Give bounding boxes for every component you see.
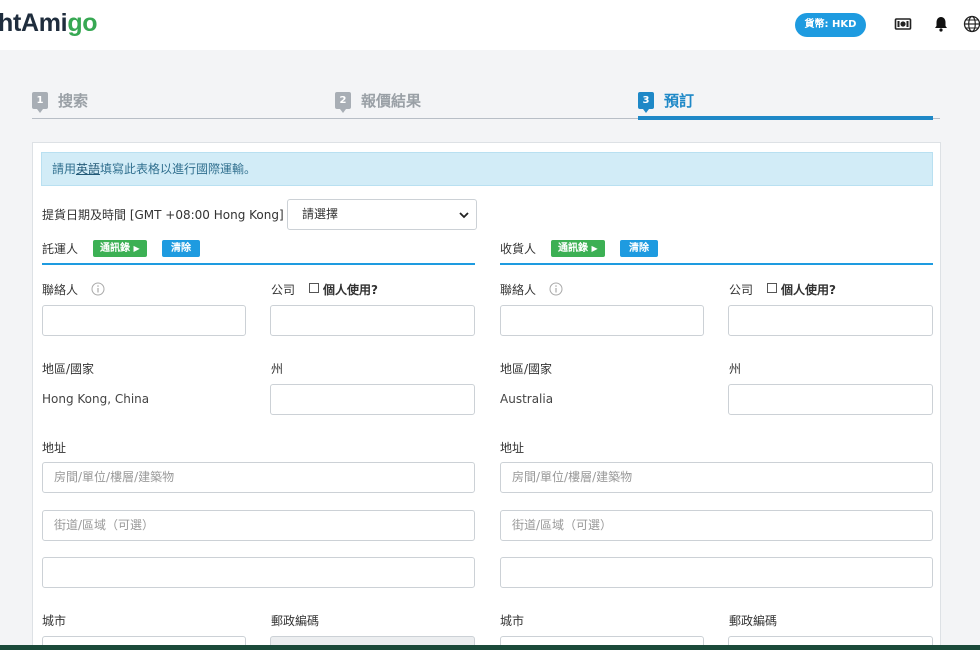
currency-button[interactable]: 貨幣: HKD — [795, 13, 866, 37]
consignee-region-label: 地區/國家 — [500, 362, 553, 376]
shipper-region-value: Hong Kong, China — [42, 392, 150, 406]
caret-right-icon: ▶ — [591, 244, 598, 253]
consignee-address-line2-input[interactable]: 街道/區域（可選） — [500, 510, 933, 541]
pickup-datetime-label: 提貨日期及時間 [GMT +08:00 Hong Kong] — [42, 208, 284, 222]
globe-icon[interactable] — [963, 15, 980, 33]
consignee-state-label: 州 — [729, 362, 742, 376]
consignee-personal-use-label: 個人使用? — [781, 283, 836, 297]
booking-steps: 1 搜索 2 報價結果 3 預訂 — [32, 85, 940, 121]
consignee-contact-input[interactable] — [500, 305, 704, 336]
bell-icon[interactable] — [932, 15, 950, 33]
notice-english-link[interactable]: 英語 — [76, 162, 100, 176]
consignee-company-label: 公司 — [729, 283, 754, 297]
consignee-company-input[interactable] — [728, 305, 933, 336]
shipper-address-line2-input[interactable]: 街道/區域（可選） — [42, 510, 475, 541]
step-number: 1 — [32, 92, 48, 113]
step-label: 報價結果 — [361, 92, 422, 110]
bottom-bar — [0, 645, 980, 650]
shipper-section-header: 託運人 通訊錄 ▶ 清除 — [42, 239, 475, 265]
consignee-state-input[interactable] — [728, 384, 933, 415]
consignee-city-label: 城市 — [500, 614, 525, 628]
money-icon[interactable] — [894, 15, 912, 33]
shipper-clear-button[interactable]: 清除 — [162, 240, 200, 257]
logo[interactable]: htAmigo — [0, 9, 98, 38]
consignee-contact-label: 聯絡人 — [500, 283, 537, 297]
caret-right-icon: ▶ — [133, 244, 140, 253]
shipper-city-label: 城市 — [42, 614, 67, 628]
shipper-region-label: 地區/國家 — [42, 362, 95, 376]
logo-text-part1: htAmi — [0, 9, 68, 37]
consignee-section-header: 收貨人 通訊錄 ▶ 清除 — [500, 239, 933, 265]
shipper-company-input[interactable] — [270, 305, 475, 336]
consignee-clear-button[interactable]: 清除 — [620, 240, 658, 257]
address-book-label: 通訊錄 — [558, 243, 588, 254]
top-bar: htAmigo 貨幣: HKD — [0, 0, 980, 50]
shipper-address-label: 地址 — [42, 441, 67, 455]
consignee-region-value: Australia — [500, 392, 554, 406]
chevron-down-icon — [459, 212, 469, 219]
consignee-address-book-button[interactable]: 通訊錄 ▶ — [551, 240, 605, 257]
consignee-address-line3-input[interactable] — [500, 557, 933, 588]
english-notice: 請用英語填寫此表格以進行國際運輸。 — [41, 152, 933, 186]
notice-prefix: 請用 — [52, 162, 77, 176]
shipper-contact-input[interactable] — [42, 305, 246, 336]
step-label: 預訂 — [664, 92, 695, 110]
consignee-title: 收貨人 — [500, 242, 537, 256]
pickup-datetime-select[interactable]: 請選擇 — [287, 199, 477, 230]
shipper-contact-label: 聯絡人 — [42, 283, 79, 297]
shipper-postal-label: 郵政編碼 — [271, 614, 320, 628]
shipper-personal-use-checkbox[interactable] — [309, 283, 319, 293]
consignee-personal-use-checkbox[interactable] — [767, 283, 777, 293]
step-number: 3 — [638, 92, 654, 113]
consignee-postal-label: 郵政編碼 — [729, 614, 778, 628]
shipper-address-line1-input[interactable]: 房間/單位/樓層/建築物 — [42, 462, 475, 493]
shipper-title: 託運人 — [42, 242, 79, 256]
shipper-address-book-button[interactable]: 通訊錄 ▶ — [93, 240, 147, 257]
shipper-company-label: 公司 — [271, 283, 296, 297]
shipper-personal-use-label: 個人使用? — [323, 283, 378, 297]
step-label: 搜索 — [58, 92, 89, 110]
active-step-indicator — [638, 116, 933, 120]
shipper-state-input[interactable] — [270, 384, 475, 415]
logo-text-part2: go — [67, 9, 98, 37]
address-book-label: 通訊錄 — [100, 243, 130, 254]
step-number: 2 — [335, 92, 351, 113]
shipper-address-line3-input[interactable] — [42, 557, 475, 588]
consignee-address-line1-input[interactable]: 房間/單位/樓層/建築物 — [500, 462, 933, 493]
shipper-state-label: 州 — [271, 362, 284, 376]
info-icon[interactable] — [549, 282, 563, 296]
consignee-address-label: 地址 — [500, 441, 525, 455]
pickup-select-value: 請選擇 — [302, 207, 339, 221]
notice-suffix: 填寫此表格以進行國際運輸。 — [100, 162, 257, 176]
info-icon[interactable] — [91, 282, 105, 296]
